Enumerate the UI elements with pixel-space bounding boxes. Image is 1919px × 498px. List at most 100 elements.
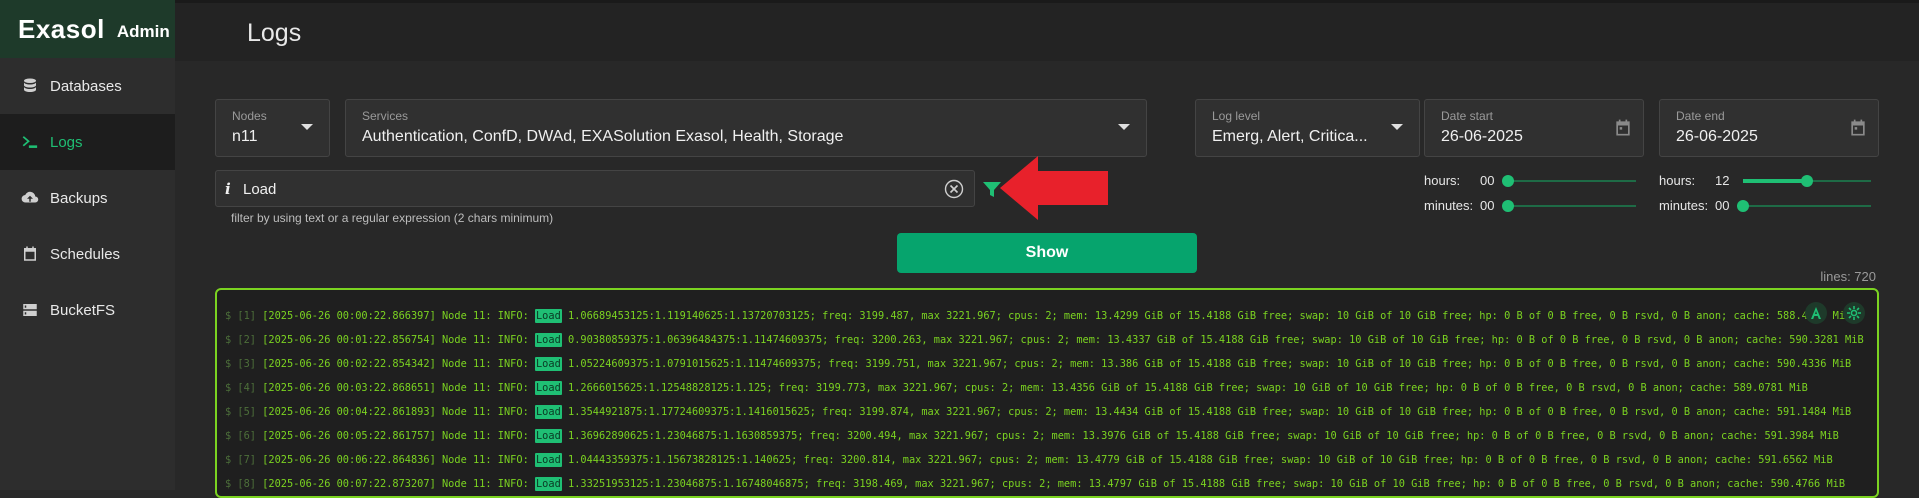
log-line-header: [2025-06-26 00:06:22.864836] Node 11: IN…	[262, 454, 535, 466]
storage-icon	[20, 300, 40, 320]
log-level-label: Log level	[1212, 109, 1261, 123]
chevron-down-icon	[1118, 124, 1130, 130]
brand-subtitle: Admin	[116, 22, 170, 41]
arrow-left-icon	[1000, 156, 1110, 220]
log-line-number: $ [8]	[225, 478, 263, 490]
date-start-label: Date start	[1441, 109, 1494, 123]
log-match-highlight: Load	[534, 477, 562, 491]
date-end-field[interactable]: Date end 26-06-2025	[1659, 99, 1879, 157]
sidebar-item-bucketfs[interactable]: BucketFS	[0, 282, 175, 338]
start-hours-slider-handle[interactable]	[1502, 175, 1514, 187]
start-minutes-value: 00	[1480, 198, 1495, 213]
log-level-select[interactable]: Log level Emerg, Alert, Critica...	[1195, 99, 1420, 157]
terminal-icon	[20, 132, 40, 152]
log-match-highlight: Load	[534, 429, 562, 443]
brand-logo: Exasol	[18, 13, 105, 44]
filter-icon[interactable]	[982, 181, 1002, 199]
log-line-number: $ [2]	[225, 334, 263, 346]
services-value: Authentication, ConfD, DWAd, EXASolution…	[362, 128, 844, 145]
filter-input-value: Load	[243, 181, 277, 198]
start-minutes-track[interactable]	[1508, 205, 1636, 207]
sidebar-item-schedules[interactable]: Schedules	[0, 226, 175, 282]
log-line-header: [2025-06-26 00:05:22.861757] Node 11: IN…	[262, 430, 535, 442]
log-line: $ [4] [2025-06-26 00:03:22.868651] Node …	[225, 376, 1864, 400]
chevron-down-icon	[1391, 124, 1403, 130]
log-line-number: $ [1]	[225, 310, 263, 322]
filter-input[interactable]: i Load	[215, 170, 975, 207]
filter-hint: filter by using text or a regular expres…	[231, 211, 554, 225]
sidebar-item-label: Databases	[50, 77, 122, 95]
brand[interactable]: Exasol Admin	[0, 0, 175, 58]
log-line-header: [2025-06-26 00:02:22.854342] Node 11: IN…	[262, 358, 535, 370]
calendar-icon[interactable]	[1613, 118, 1633, 138]
log-level-value: Emerg, Alert, Critica...	[1212, 128, 1368, 145]
end-minutes-track[interactable]	[1743, 205, 1871, 207]
font-size-icon[interactable]	[1805, 302, 1827, 324]
log-line: $ [5] [2025-06-26 00:04:22.861893] Node …	[225, 400, 1864, 424]
services-select[interactable]: Services Authentication, ConfD, DWAd, EX…	[345, 99, 1147, 157]
log-output[interactable]: $ [1] [2025-06-26 00:00:22.866397] Node …	[215, 288, 1879, 498]
log-line: $ [7] [2025-06-26 00:06:22.864836] Node …	[225, 448, 1864, 472]
end-hours-value: 12	[1715, 173, 1730, 188]
page-header: Logs	[175, 0, 1919, 61]
log-line-text: 1.04443359375:1.15673828125:1.140625; fr…	[561, 454, 1833, 466]
log-line: $ [8] [2025-06-26 00:07:22.873207] Node …	[225, 472, 1864, 496]
start-hours-value: 00	[1480, 173, 1495, 188]
sidebar-item-label: Logs	[50, 133, 83, 151]
log-line: $ [6] [2025-06-26 00:05:22.861757] Node …	[225, 424, 1864, 448]
date-end-label: Date end	[1676, 109, 1725, 123]
log-line-header: [2025-06-26 00:03:22.868651] Node 11: IN…	[262, 382, 535, 394]
log-match-highlight: Load	[534, 309, 562, 323]
sidebar: Exasol Admin Databases Logs Backups Sche…	[0, 0, 175, 490]
log-line-text: 1.06689453125:1.119140625:1.13720703125;…	[561, 310, 1852, 322]
log-line: $ [1] [2025-06-26 00:00:22.866397] Node …	[225, 304, 1864, 328]
log-match-highlight: Load	[534, 357, 562, 371]
log-line-header: [2025-06-26 00:00:22.866397] Node 11: IN…	[262, 310, 535, 322]
end-hours-row: hours: 12	[1659, 171, 1874, 191]
log-match-highlight: Load	[534, 381, 562, 395]
log-line-text: 1.05224609375:1.0791015625:1.11474609375…	[561, 358, 1852, 370]
sidebar-item-backups[interactable]: Backups	[0, 170, 175, 226]
nodes-select[interactable]: Nodes n11	[215, 99, 330, 157]
sidebar-item-label: Backups	[50, 189, 108, 207]
page-title: Logs	[247, 19, 302, 47]
log-line-text: 0.90380859375:1.06396484375:1.1147460937…	[561, 334, 1864, 346]
end-minutes-row: minutes: 00	[1659, 196, 1874, 216]
log-line-text: 1.33251953125:1.23046875:1.16748046875; …	[561, 478, 1846, 490]
log-line-text: 1.3544921875:1.17724609375:1.1416015625;…	[561, 406, 1852, 418]
log-line-header: [2025-06-26 00:01:22.856754] Node 11: IN…	[262, 334, 535, 346]
sidebar-item-databases[interactable]: Databases	[0, 58, 175, 114]
calendar-icon[interactable]	[1848, 118, 1868, 138]
log-line: $ [2] [2025-06-26 00:01:22.856754] Node …	[225, 328, 1864, 352]
start-minutes-label: minutes:	[1424, 198, 1474, 213]
end-hours-slider-handle[interactable]	[1801, 175, 1813, 187]
log-line-number: $ [5]	[225, 406, 263, 418]
settings-icon[interactable]	[1843, 302, 1865, 324]
sidebar-item-label: BucketFS	[50, 301, 116, 319]
log-line-header: [2025-06-26 00:04:22.861893] Node 11: IN…	[262, 406, 535, 418]
cloud-upload-icon	[20, 188, 40, 208]
log-match-highlight: Load	[534, 333, 562, 347]
log-match-highlight: Load	[534, 405, 562, 419]
database-icon	[20, 76, 40, 96]
sidebar-item-logs[interactable]: Logs	[0, 114, 175, 170]
log-line-number: $ [4]	[225, 382, 263, 394]
log-lines: $ [1] [2025-06-26 00:00:22.866397] Node …	[225, 304, 1864, 496]
start-hours-track[interactable]	[1508, 180, 1636, 182]
start-minutes-slider-handle[interactable]	[1502, 200, 1514, 212]
log-line-header: [2025-06-26 00:07:22.873207] Node 11: IN…	[262, 478, 535, 490]
nodes-label: Nodes	[232, 109, 267, 123]
show-button[interactable]: Show	[897, 233, 1197, 273]
date-start-field[interactable]: Date start 26-06-2025	[1424, 99, 1644, 157]
services-label: Services	[362, 109, 409, 123]
info-icon: i	[225, 180, 231, 198]
log-line: $ [3] [2025-06-26 00:02:22.854342] Node …	[225, 352, 1864, 376]
clear-icon[interactable]	[944, 179, 964, 199]
log-line-number: $ [3]	[225, 358, 263, 370]
end-minutes-slider-handle[interactable]	[1737, 200, 1749, 212]
sidebar-item-label: Schedules	[50, 245, 121, 263]
end-hours-label: hours:	[1659, 173, 1696, 188]
log-line-number: $ [6]	[225, 430, 263, 442]
start-hours-row: hours: 00	[1424, 171, 1639, 191]
start-minutes-row: minutes: 00	[1424, 196, 1639, 216]
